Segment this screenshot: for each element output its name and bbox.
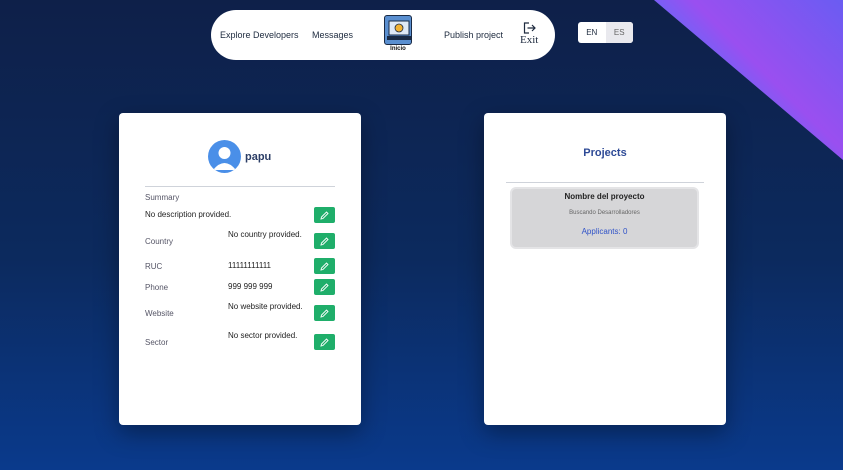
edit-summary-button[interactable] [314,207,335,223]
explore-developers-link[interactable]: Explore Developers [220,10,299,60]
messages-link[interactable]: Messages [312,10,353,60]
pencil-icon [320,261,329,271]
summary-value: No description provided. [145,210,232,219]
pencil-icon [320,282,329,292]
logo-caption: Inicio [390,46,406,52]
exit-button[interactable]: Exit [520,22,538,46]
edit-phone-button[interactable] [314,279,335,295]
project-applicants-link[interactable]: Applicants: 0 [512,227,697,236]
pencil-icon [320,236,329,246]
edit-sector-button[interactable] [314,334,335,350]
sector-label: Sector [145,338,169,347]
country-label: Country [145,237,174,246]
lang-en-button[interactable]: EN [578,22,606,43]
phone-label: Phone [145,283,169,292]
project-name: Nombre del proyecto [564,192,645,201]
phone-value: 999 999 999 [228,282,273,291]
user-avatar-icon [208,140,241,173]
divider [145,186,335,187]
profile-card: papu Summary No description provided. Co… [119,113,361,425]
edit-country-button[interactable] [314,233,335,249]
language-switcher: EN ES [578,22,633,43]
pencil-icon [320,210,329,220]
edit-ruc-button[interactable] [314,258,335,274]
projects-card: Projects Nombre del proyecto Buscando De… [484,113,726,425]
pencil-icon [320,308,329,318]
logout-icon [523,22,536,34]
ruc-label: RUC [145,262,163,271]
website-value: No website provided. [228,302,303,311]
pencil-icon [320,337,329,347]
project-item[interactable]: Nombre del proyecto Buscando Desarrollad… [510,187,699,249]
ruc-value: 11111111111 [228,261,272,270]
edit-website-button[interactable] [314,305,335,321]
summary-label: Summary [145,193,180,202]
projects-title: Projects [583,147,627,159]
divider [506,182,704,183]
website-label: Website [145,309,174,318]
home-logo-link[interactable]: Inicio [383,15,413,52]
project-status: Buscando Desarrolladores [569,210,640,216]
laptop-logo-icon [384,15,412,45]
sector-value: No sector provided. [228,331,298,340]
exit-label: Exit [520,34,539,46]
username: papu [245,151,272,163]
publish-project-link[interactable]: Publish project [444,10,503,60]
country-value: No country provided. [228,230,302,239]
top-nav: Explore Developers Messages Inicio Publi… [211,10,555,60]
lang-es-button[interactable]: ES [605,22,633,43]
